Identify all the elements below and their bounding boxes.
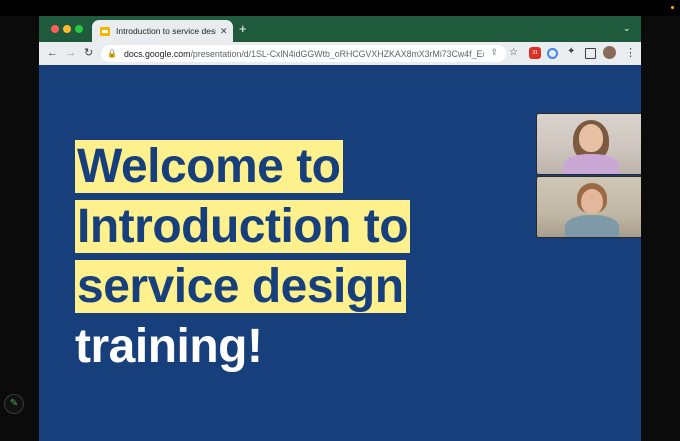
slide-headline: Welcome to Introduction to service desig… xyxy=(75,137,411,377)
participant-video-2[interactable] xyxy=(536,176,641,238)
pencil-icon[interactable]: ✎ xyxy=(4,394,24,414)
recording-indicator xyxy=(671,6,674,9)
tab-strip: Introduction to service design ✕ + ⌄ xyxy=(39,16,641,42)
new-tab-button[interactable]: + xyxy=(239,22,247,35)
slides-favicon-icon xyxy=(100,26,110,36)
puzzle-icon[interactable]: ✦ xyxy=(567,46,575,57)
tab-search-chevron-icon[interactable]: ⌄ xyxy=(623,23,631,34)
profile-avatar[interactable] xyxy=(603,46,616,59)
back-arrow-icon[interactable]: ← xyxy=(47,46,58,60)
reload-icon[interactable]: ↻ xyxy=(84,46,93,60)
share-icon[interactable]: ⇪ xyxy=(490,47,498,58)
screen-top-bar xyxy=(0,0,680,16)
tab-close-icon[interactable]: ✕ xyxy=(220,26,228,36)
minimize-window-button[interactable] xyxy=(63,25,71,33)
url-path: /presentation/d/1SL-CxlN4idGGWtb_oRHCGVX… xyxy=(190,48,484,59)
browser-window: Introduction to service design ✕ + ⌄ ← →… xyxy=(39,16,641,441)
calendar-extension-icon[interactable]: 31 xyxy=(529,47,541,59)
side-panel-icon[interactable] xyxy=(585,48,596,59)
headline-line-4: training! xyxy=(75,320,263,373)
headline-line-1: Welcome to xyxy=(75,140,343,193)
color-extension-icon[interactable] xyxy=(547,48,558,59)
forward-arrow-icon[interactable]: → xyxy=(65,46,76,60)
headline-line-3: service design xyxy=(75,260,406,313)
tab-title: Introduction to service design xyxy=(116,26,216,36)
lock-icon[interactable]: 🔒 xyxy=(107,49,117,58)
star-icon[interactable]: ☆ xyxy=(509,46,518,60)
url-text[interactable]: docs.google.com/presentation/d/1SL-CxlN4… xyxy=(124,49,484,59)
kebab-menu-icon[interactable]: ⋮ xyxy=(625,46,636,60)
maximize-window-button[interactable] xyxy=(75,25,83,33)
close-window-button[interactable] xyxy=(51,25,59,33)
url-host: docs.google.com xyxy=(123,48,191,59)
address-bar[interactable]: 🔒 docs.google.com/presentation/d/1SL-Cxl… xyxy=(101,45,506,62)
headline-line-2: Introduction to xyxy=(75,200,411,253)
participant-video-1[interactable] xyxy=(536,113,641,175)
tab-presentation[interactable]: Introduction to service design ✕ xyxy=(92,20,233,42)
browser-toolbar: ← → ↻ 🔒 docs.google.com/presentation/d/1… xyxy=(39,42,641,65)
